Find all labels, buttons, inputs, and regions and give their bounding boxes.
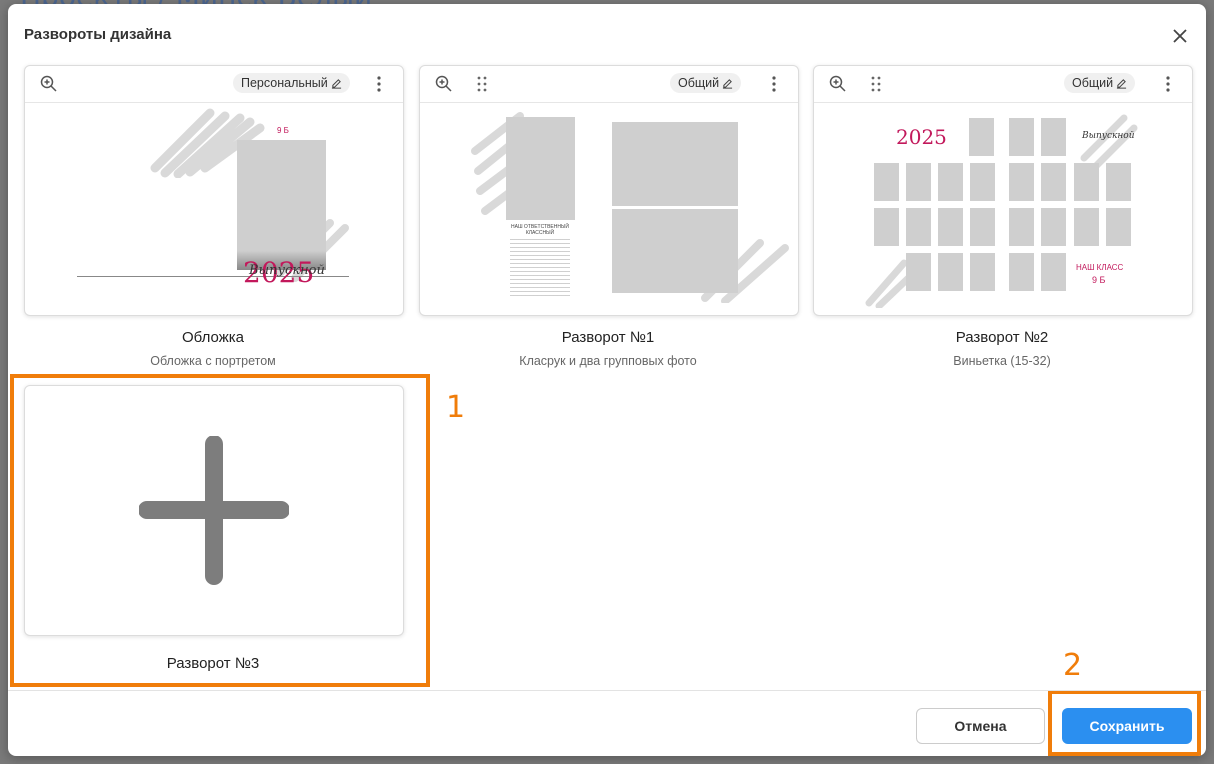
card-title: Разворот №1 — [561, 329, 655, 346]
class-name: 9 Б — [1092, 275, 1106, 285]
portrait-placeholder — [906, 208, 931, 246]
more-menu-icon[interactable] — [369, 74, 389, 94]
portrait-placeholder — [1009, 163, 1034, 201]
portrait-placeholder — [938, 253, 963, 291]
zoom-in-icon[interactable] — [434, 74, 454, 94]
portrait-placeholder — [874, 163, 899, 201]
portrait-placeholder — [1106, 163, 1131, 201]
portrait-placeholder — [1041, 208, 1066, 246]
card-title: Разворот №2 — [955, 329, 1049, 346]
portrait-placeholder — [1009, 208, 1034, 246]
portrait-placeholder — [1041, 253, 1066, 291]
portrait-placeholder — [906, 253, 931, 291]
cover-preview: 9 Б 2025 Выпускной — [25, 103, 403, 315]
card-subtitle: Класрук и два групповых фото — [519, 354, 697, 368]
portrait-placeholder — [969, 118, 994, 156]
chip-label: Общий — [1072, 76, 1114, 90]
visibility-chip[interactable]: Персональный — [233, 73, 350, 93]
teacher-heading: НАШ ОТВЕТСТВЕННЫЙ КЛАССНЫЙ — [511, 224, 569, 236]
card-title: Обложка — [182, 329, 244, 346]
chip-label: Общий — [678, 76, 720, 90]
card-toolbar: Общий — [814, 66, 1192, 103]
portrait-placeholder — [1106, 208, 1131, 246]
portrait-placeholder — [1009, 253, 1034, 291]
save-button[interactable]: Сохранить — [1062, 708, 1192, 744]
add-spread-card[interactable] — [24, 385, 404, 636]
footer-divider — [8, 690, 1206, 691]
design-spreads-dialog: Развороты дизайна Персональный 9 Б 2025 … — [8, 4, 1206, 756]
teacher-photo-placeholder — [506, 117, 575, 220]
edit-icon — [331, 78, 341, 89]
spread-1-preview: НАШ ОТВЕТСТВЕННЫЙ КЛАССНЫЙ — [420, 103, 798, 315]
cover-class-label: 9 Б — [277, 126, 289, 135]
group-photo-top-placeholder — [612, 122, 738, 206]
spread-2-year: 2025 — [896, 125, 947, 149]
portrait-placeholder — [938, 208, 963, 246]
portrait-placeholder — [970, 163, 995, 201]
cover-script: Выпускной — [249, 263, 325, 278]
card-subtitle: Виньетка (15-32) — [953, 354, 1051, 368]
spread-card-cover[interactable]: Персональный 9 Б 2025 Выпускной — [24, 65, 404, 316]
edit-icon — [723, 78, 733, 89]
group-photo-bottom-placeholder — [612, 209, 738, 293]
class-label: НАШ КЛАСС — [1076, 263, 1124, 272]
chip-label: Персональный — [241, 76, 328, 90]
spread-2-preview: 2025 Выпускной НАШ КЛАСС 9 Б — [814, 103, 1192, 315]
portrait-placeholder — [1074, 208, 1099, 246]
portrait-placeholder — [874, 208, 899, 246]
edit-icon — [1117, 78, 1127, 89]
annotation-number-1: 1 — [446, 390, 466, 425]
more-menu-icon[interactable] — [764, 74, 784, 94]
card-toolbar: Общий — [420, 66, 798, 103]
visibility-chip[interactable]: Общий — [670, 73, 742, 93]
cancel-button[interactable]: Отмена — [916, 708, 1045, 744]
visibility-chip[interactable]: Общий — [1064, 73, 1136, 93]
plus-icon — [139, 436, 289, 585]
portrait-placeholder — [970, 253, 995, 291]
close-icon[interactable] — [1168, 24, 1192, 48]
card-subtitle: Обложка с портретом — [150, 354, 276, 368]
teacher-text-block — [510, 236, 570, 296]
spread-2-script: Выпускной — [1082, 131, 1135, 141]
portrait-placeholder — [970, 208, 995, 246]
portrait-placeholder — [1009, 118, 1034, 156]
drag-handle-icon[interactable] — [472, 74, 492, 94]
dialog-title: Развороты дизайна — [24, 26, 172, 43]
annotation-number-2: 2 — [1063, 648, 1083, 683]
more-menu-icon[interactable] — [1158, 74, 1178, 94]
portrait-placeholder — [1041, 118, 1066, 156]
portrait-placeholder — [1041, 163, 1066, 201]
drag-handle-icon[interactable] — [866, 74, 886, 94]
zoom-in-icon[interactable] — [39, 74, 59, 94]
card-toolbar: Персональный — [25, 66, 403, 103]
portrait-placeholder — [1074, 163, 1099, 201]
portrait-placeholder — [938, 163, 963, 201]
portrait-placeholder — [906, 163, 931, 201]
spread-card-1[interactable]: Общий НАШ ОТВЕТСТВЕННЫЙ КЛАССНЫЙ — [419, 65, 799, 316]
add-card-title: Разворот №3 — [166, 655, 260, 672]
spread-card-2[interactable]: Общий 2025 Выпускной НАШ КЛАСС 9 Б — [813, 65, 1193, 316]
portrait-placeholder — [237, 140, 326, 270]
zoom-in-icon[interactable] — [828, 74, 848, 94]
